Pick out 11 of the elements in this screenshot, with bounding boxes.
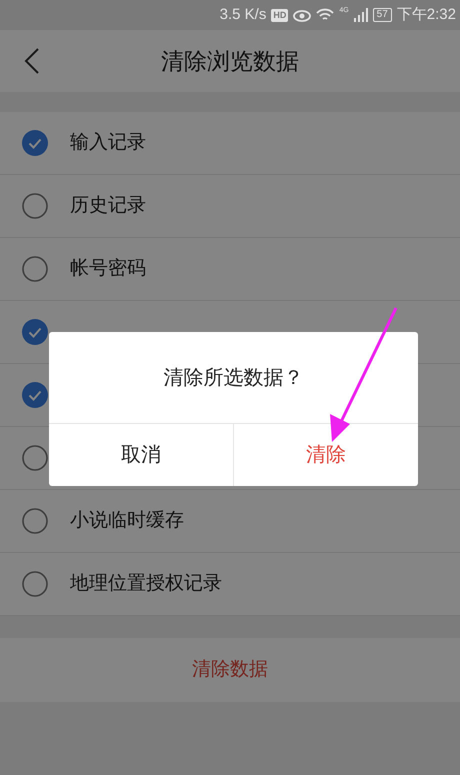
page-title: 清除浏览数据: [161, 46, 299, 76]
network-speed: 3.5 K/s: [220, 4, 266, 25]
dialog-message: 清除所选数据？: [164, 366, 304, 390]
option-label: 帐号密码: [70, 256, 146, 281]
option-label: 输入记录: [70, 130, 146, 155]
battery-level: 57: [372, 8, 392, 22]
clock: 下午2:32: [396, 4, 456, 25]
option-label: 地理位置授权记录: [70, 572, 222, 596]
hd-badge: HD: [271, 8, 288, 22]
option-label: 小说临时缓存: [70, 508, 184, 533]
option-label: 历史记录: [70, 194, 146, 218]
